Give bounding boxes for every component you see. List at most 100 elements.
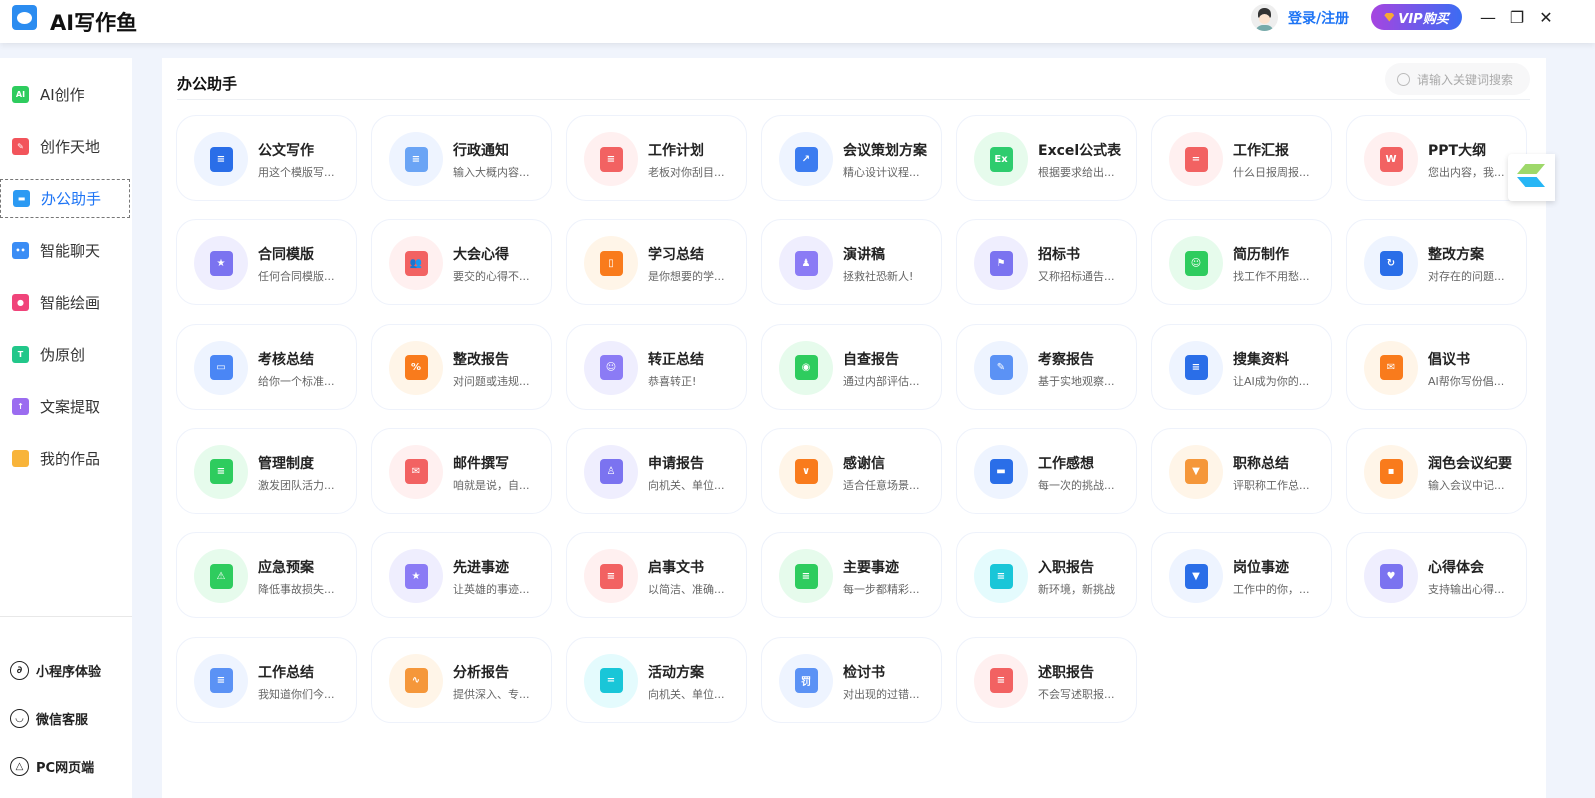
floating-assistant-button[interactable] (1508, 154, 1555, 201)
tool-card[interactable]: ≡ 主要事迹 每一步都精彩... (761, 532, 942, 619)
tool-card[interactable]: ♙ 申请报告 向机关、单位... (566, 427, 747, 514)
tool-card[interactable]: ▭ 考核总结 给你一个标准... (176, 323, 357, 410)
tool-description: 以简洁、准确... (648, 583, 725, 597)
tool-card[interactable]: ∿ 分析报告 提供深入、专... (371, 636, 552, 723)
login-register-link[interactable]: 登录/注册 (1288, 8, 1349, 28)
tool-description: 什么日报周报... (1233, 166, 1310, 179)
tool-icon: W (1379, 146, 1403, 172)
tool-card[interactable]: ⚠ 应急预案 降低事故损失... (176, 532, 357, 619)
tool-card[interactable]: ▪ 润色会议纪要 输入会议中记... (1346, 427, 1527, 514)
sidebar-item-4[interactable]: ● 智能绘画 (0, 283, 130, 322)
sidebar-item-6[interactable]: ↑ 文案提取 (0, 387, 130, 426)
footer-link-2[interactable]: △ PC网页端 (10, 757, 94, 776)
tool-icon: ✉ (404, 459, 428, 485)
tool-card[interactable]: ≡ 搜集资料 让AI成为你的... (1151, 323, 1332, 410)
avatar[interactable] (1251, 4, 1278, 31)
tool-title: 分析报告 (453, 664, 509, 681)
tool-icon: ≡ (599, 146, 623, 172)
tool-card[interactable]: ↻ 整改方案 对存在的问题... (1346, 219, 1527, 306)
tool-card[interactable]: ♥ 心得体会 支持输出心得... (1346, 532, 1527, 619)
tool-card[interactable]: ≡ 入职报告 新环境，新挑战 (956, 532, 1137, 619)
tool-description: 恭喜转正! (648, 374, 697, 388)
tool-card[interactable]: ✎ 考察报告 基于实地观察... (956, 323, 1137, 410)
tool-card[interactable]: 罚 检讨书 对出现的过错... (761, 636, 942, 723)
tool-icon-circle: ▼ (1169, 549, 1223, 604)
close-button[interactable]: ✕ (1537, 8, 1555, 27)
maximize-button[interactable]: ❐ (1508, 8, 1526, 27)
tool-card[interactable]: ≡ 公文写作 用这个模版写... (176, 115, 357, 201)
minimize-button[interactable]: — (1479, 8, 1497, 27)
sidebar-item-label: 我的作品 (40, 450, 101, 468)
tool-icon: ∿ (404, 668, 428, 693)
tool-card[interactable]: ♟ 演讲稿 拯救社恐新人! (761, 219, 942, 306)
tool-icon-circle: ↗ (779, 132, 833, 186)
sidebar-item-label: 智能绘画 (40, 294, 101, 312)
tool-description: 降低事故损失... (258, 583, 335, 597)
tool-card[interactable]: ◉ 自查报告 通过内部评估... (761, 323, 942, 410)
tool-title: 招标书 (1038, 247, 1080, 264)
tool-icon: ◉ (794, 355, 818, 381)
tool-card[interactable]: ▯ 学习总结 是你想要的学... (566, 219, 747, 306)
tool-card[interactable]: 👥 大会心得 要交的心得不... (371, 219, 552, 306)
tool-icon-circle: ♥ (1364, 549, 1418, 604)
tool-card[interactable]: ★ 先进事迹 让英雄的事迹... (371, 532, 552, 619)
tool-description: 对问题或违规... (453, 374, 530, 388)
tool-card[interactable]: ★ 合同模版 任何合同模版... (176, 219, 357, 306)
tool-icon: ♟ (794, 250, 818, 276)
logo-green-chevron-icon (1517, 164, 1545, 174)
sidebar-item-0[interactable]: AI AI创作 (0, 75, 130, 114)
tool-card[interactable]: % 整改报告 对问题或违规... (371, 323, 552, 410)
tool-icon-circle: Ex (974, 132, 1028, 186)
tool-card[interactable]: ▼ 职称总结 评职称工作总... (1151, 427, 1332, 514)
sidebar-item-label: 文案提取 (40, 398, 101, 416)
vip-purchase-button[interactable]: VIP购买 (1371, 4, 1462, 30)
tool-card[interactable]: ≡ 工作总结 我知道你们今... (176, 636, 357, 723)
chat-bubble-icon: ◡ (10, 709, 29, 728)
tool-card[interactable]: ≡ 工作计划 老板对你刮目... (566, 115, 747, 201)
tool-icon-circle: ↻ (1364, 236, 1418, 291)
tool-card[interactable]: ☺ 转正总结 恭喜转正! (566, 323, 747, 410)
tool-icon: 👥 (404, 250, 428, 276)
upload-icon: ↑ (12, 398, 29, 415)
tool-description: 又称招标通告... (1038, 270, 1115, 284)
footer-link-label: 小程序体验 (36, 665, 102, 680)
tool-card[interactable]: ⚑ 招标书 又称招标通告... (956, 219, 1137, 306)
sidebar-item-2[interactable]: ▬ 办公助手 (0, 179, 130, 218)
tool-card[interactable]: ≡ 行政通知 输入大概内容... (371, 115, 552, 201)
tool-card[interactable]: ≡ 管理制度 激发团队活力... (176, 427, 357, 514)
tool-card[interactable]: W PPT大纲 您出内容，我... (1346, 115, 1527, 201)
tool-card[interactable]: = 工作汇报 什么日报周报... (1151, 115, 1332, 201)
tool-description: 工作中的你，... (1233, 583, 1310, 597)
search-input[interactable]: 请输入关键词搜索 (1385, 63, 1530, 95)
tool-icon-circle: ♙ (584, 444, 638, 499)
tool-card[interactable]: ▬ 工作感想 每一次的挑战... (956, 427, 1137, 514)
sidebar-item-7[interactable]: 我的作品 (0, 439, 130, 478)
footer-link-0[interactable]: ∂ 小程序体验 (10, 661, 101, 680)
tool-card[interactable]: ↗ 会议策划方案 精心设计议程... (761, 115, 942, 201)
footer-link-1[interactable]: ◡ 微信客服 (10, 709, 88, 728)
tool-icon-circle: ≡ (194, 653, 248, 708)
sidebar-item-5[interactable]: T 伪原创 (0, 335, 130, 374)
title-bar: AI写作鱼 登录/注册 VIP购买 — ❐ ✕ (0, 0, 1595, 43)
tool-description: 对出现的过错... (843, 687, 920, 701)
tool-card[interactable]: ≡ 述职报告 不会写述职报... (956, 636, 1137, 723)
tool-title: 考核总结 (258, 351, 314, 368)
tool-icon-circle: % (389, 340, 443, 395)
tool-card[interactable]: Ex Excel公式表 根据要求给出... (956, 115, 1137, 201)
tool-card[interactable]: ✉ 倡议书 AI帮你写份倡... (1346, 323, 1527, 410)
tool-card[interactable]: = 活动方案 向机关、单位... (566, 636, 747, 723)
tool-card[interactable]: ∨ 感谢信 适合任意场景... (761, 427, 942, 514)
tool-title: 述职报告 (1038, 664, 1094, 681)
sidebar-item-1[interactable]: ✎ 创作天地 (0, 127, 130, 166)
sidebar-item-3[interactable]: •• 智能聊天 (0, 231, 130, 270)
tool-card[interactable]: ✉ 邮件撰写 咱就是说，自... (371, 427, 552, 514)
tool-card[interactable]: ≡ 启事文书 以简洁、准确... (566, 532, 747, 619)
tool-card[interactable]: ▼ 岗位事迹 工作中的你，... (1151, 532, 1332, 619)
title-divider (177, 99, 1530, 100)
tool-title: 工作汇报 (1233, 143, 1289, 159)
tool-description: 拯救社恐新人! (843, 270, 914, 284)
palette-icon: ● (12, 294, 29, 311)
tool-description: 精心设计议程... (843, 166, 920, 179)
tool-card[interactable]: ☺ 简历制作 找工作不用愁... (1151, 219, 1332, 306)
tool-icon-circle: ✉ (389, 444, 443, 499)
